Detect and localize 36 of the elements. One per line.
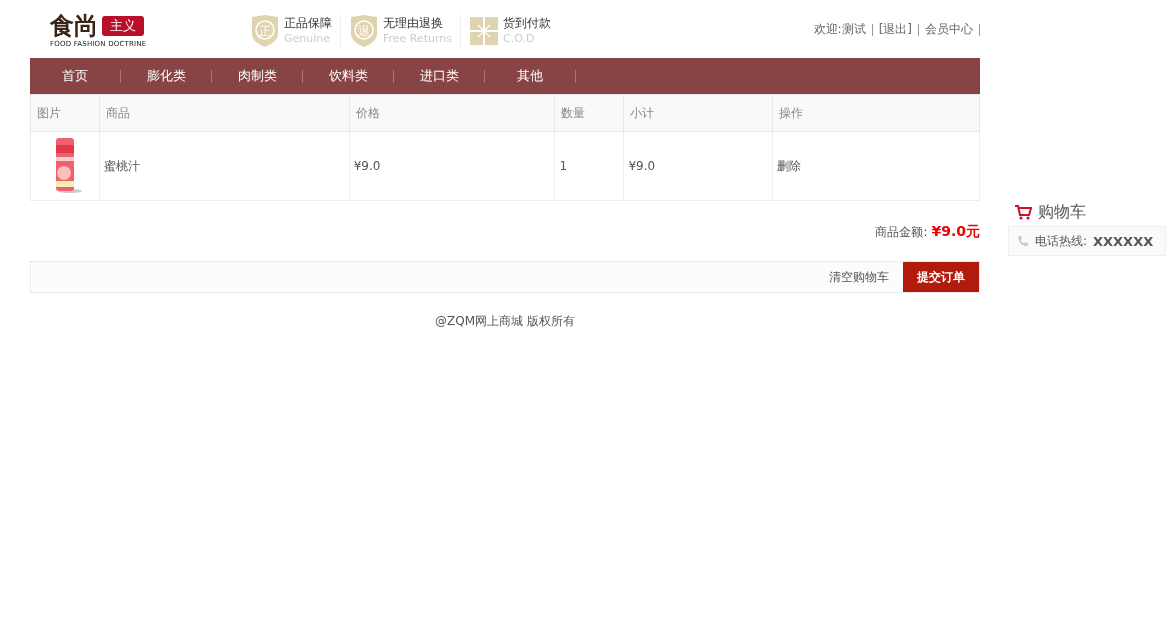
header-link[interactable]: 会员中心 <box>925 21 973 38</box>
table-cell: ¥9.0 <box>349 131 555 201</box>
copyright-text: @ZQM网上商城 版权所有 <box>435 314 575 328</box>
table-cell: 蜜桃汁 <box>99 131 350 201</box>
promise-title: 货到付款 <box>503 16 552 31</box>
nav-link[interactable]: 其他 <box>495 67 565 85</box>
gift-box-icon <box>469 16 500 46</box>
column-header: 价格 <box>349 94 555 132</box>
shield-icon: 正 <box>250 14 280 48</box>
header-link[interactable]: [退出] <box>878 21 912 38</box>
promise-title: 正品保障 <box>284 16 332 31</box>
table-cell: ¥9.0 <box>623 131 773 201</box>
total-label: 商品金额: <box>875 224 928 241</box>
column-header: 商品 <box>99 94 350 132</box>
nav-link[interactable]: 饮料类 <box>313 67 383 85</box>
submit-order-button[interactable]: 提交订单 <box>903 262 979 292</box>
hotline-label: 电话热线: <box>1035 232 1088 250</box>
shield-icon: 退 <box>349 14 379 48</box>
nav-link[interactable]: 进口类 <box>404 67 474 85</box>
column-header: 小计 <box>623 94 773 132</box>
cart-icon <box>1014 204 1032 220</box>
header-link[interactable]: 欢迎:测试 <box>813 21 866 38</box>
column-header: 操作 <box>772 94 980 132</box>
nav-link[interactable]: 膨化类 <box>131 67 201 85</box>
hotline-number: XXXXXX <box>1093 233 1154 249</box>
promise-title: 无理由退换 <box>383 16 444 31</box>
total-amount: ¥9.0元 <box>931 223 980 241</box>
nav-link[interactable]: 首页 <box>40 67 110 85</box>
table-cell: 1 <box>554 131 624 201</box>
nav-link[interactable]: 肉制类 <box>222 67 292 85</box>
phone-icon <box>1017 235 1029 247</box>
column-header: 图片 <box>30 94 100 132</box>
delete-link[interactable]: 删除 <box>777 158 802 173</box>
cart-title[interactable]: 购物车 <box>1038 201 1086 223</box>
clear-cart-link[interactable]: 清空购物车 <box>829 268 889 286</box>
column-header: 数量 <box>554 94 624 132</box>
